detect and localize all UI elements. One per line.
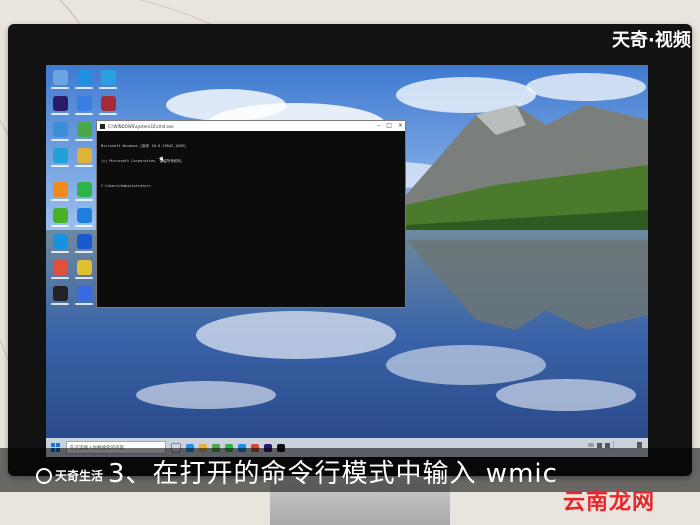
app-square-icon[interactable] [73, 96, 95, 120]
folder-icon[interactable] [73, 148, 95, 172]
cmd-line: Microsoft Windows [版本 10.0.19042.1083] [101, 144, 187, 148]
edge-icon[interactable] [73, 70, 95, 94]
recycle-bin-icon[interactable] [49, 70, 71, 94]
volume-icon[interactable] [605, 442, 610, 448]
cmd-line: (c) Microsoft Corporation. 保留所有权利。 [101, 159, 185, 163]
security-icon[interactable] [73, 208, 95, 232]
media-player-icon[interactable] [49, 148, 71, 172]
app-doc-icon[interactable] [73, 286, 95, 310]
cmd-window[interactable]: C:\WINDOWS\system32\cmd.exe – □ × Micros… [96, 120, 406, 308]
watermark-bottom: 云南龙网 [563, 490, 656, 515]
wechat-icon[interactable] [73, 182, 95, 206]
app-k2-icon[interactable] [73, 234, 95, 258]
minimize-icon[interactable]: – [377, 122, 380, 129]
caption-text: 3、在打开的命令行模式中输入 wmic [108, 459, 558, 489]
brand-logo: 天奇生活 [36, 467, 103, 484]
network-tray-icon[interactable] [597, 442, 602, 448]
cloud-icon [588, 443, 594, 447]
app-k-icon[interactable] [49, 234, 71, 258]
cmd-title: C:\WINDOWS\system32\cmd.exe [108, 123, 174, 129]
cmd-title-bar[interactable]: C:\WINDOWS\system32\cmd.exe – □ × [97, 121, 405, 131]
brand-logo-icon [36, 467, 52, 484]
app-orange-icon[interactable] [49, 182, 71, 206]
app-green-icon[interactable] [49, 208, 71, 232]
desktop-screen: C:\WINDOWS\system32\cmd.exe – □ × Micros… [46, 65, 648, 457]
app-blue-icon[interactable] [97, 70, 119, 94]
photos-icon[interactable] [49, 260, 71, 284]
maximize-icon[interactable]: □ [386, 122, 392, 129]
cmd-icon [100, 123, 105, 129]
cmd-prompt: C:\Users\Administrator> [101, 184, 151, 188]
app-red-icon[interactable] [97, 96, 119, 120]
cmd-output[interactable]: Microsoft Windows [版本 10.0.19042.1083] (… [97, 131, 405, 202]
watermark-top: 天奇·视频 [612, 30, 691, 51]
close-icon[interactable]: × [398, 122, 403, 129]
app-x-icon[interactable] [49, 286, 71, 310]
chrome-icon[interactable] [73, 122, 95, 146]
app-yellow-icon[interactable] [73, 260, 95, 284]
premiere-icon[interactable] [49, 96, 71, 120]
brand-name: 天奇生活 [55, 469, 104, 483]
network-icon[interactable] [49, 122, 71, 146]
